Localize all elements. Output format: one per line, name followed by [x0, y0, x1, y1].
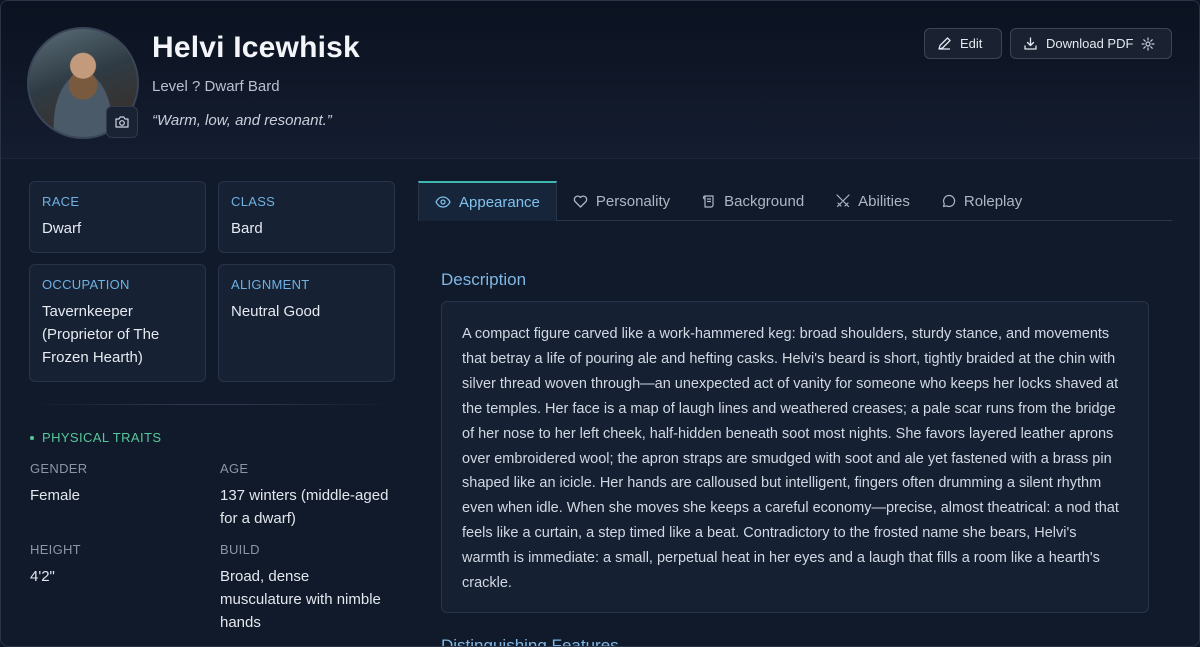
height-value: 4'2" [30, 568, 55, 585]
chat-icon [942, 194, 956, 208]
swords-icon [836, 194, 850, 208]
class-label: CLASS [231, 194, 276, 209]
edit-label: Edit [960, 36, 983, 51]
tab-roleplay[interactable]: Roleplay [926, 181, 1038, 221]
build-trait: BUILD Broad, dense musculature with nimb… [220, 542, 395, 634]
tab-bar: Appearance Personality Background Abilit… [418, 181, 1172, 221]
heart-icon [573, 194, 588, 208]
race-card: RACE Dwarf [29, 181, 206, 253]
build-value: Broad, dense musculature with nimble han… [220, 568, 381, 631]
alignment-value: Neutral Good [231, 303, 321, 320]
age-value: 137 winters (middle-aged for a dwarf) [220, 487, 389, 527]
character-subtitle: Level ? Dwarf Bard [152, 78, 280, 95]
tab-appearance[interactable]: Appearance [418, 181, 557, 221]
occupation-card: OCCUPATION Tavernkeeper (Proprietor of T… [29, 264, 206, 382]
section-divider [30, 404, 395, 405]
voice-quote: “Warm, low, and resonant.” [152, 112, 332, 129]
eye-icon [435, 196, 451, 208]
gender-label: GENDER [30, 461, 88, 476]
height-label: HEIGHT [30, 542, 81, 557]
download-icon [1023, 36, 1038, 51]
character-header: Helvi Icewhisk Level ? Dwarf Bard “Warm,… [1, 1, 1199, 159]
pencil-icon [937, 36, 952, 51]
download-pdf-button[interactable]: Download PDF [1010, 28, 1172, 59]
physical-traits-title: PHYSICAL TRAITS [42, 430, 162, 445]
race-value: Dwarf [42, 220, 82, 237]
gender-trait: GENDER Female [30, 461, 205, 507]
tab-abilities-label: Abilities [858, 192, 910, 210]
tab-background-label: Background [724, 192, 805, 210]
height-trait: HEIGHT 4'2" [30, 542, 205, 588]
build-label: BUILD [220, 542, 260, 557]
occupation-value: Tavernkeeper (Proprietor of The Frozen H… [42, 303, 160, 366]
tab-background[interactable]: Background [686, 181, 820, 221]
bullet-icon [30, 435, 34, 440]
camera-icon [115, 116, 129, 128]
physical-traits-heading: PHYSICAL TRAITS [30, 430, 161, 445]
tab-personality[interactable]: Personality [557, 181, 686, 221]
change-portrait-button[interactable] [106, 106, 138, 138]
class-card: CLASS Bard [218, 181, 395, 253]
scroll-icon [702, 194, 716, 208]
alignment-card: ALIGNMENT Neutral Good [218, 264, 395, 382]
gear-icon[interactable] [1141, 36, 1156, 51]
class-value: Bard [231, 220, 263, 237]
age-label: AGE [220, 461, 249, 476]
tab-abilities[interactable]: Abilities [820, 181, 926, 221]
edit-button[interactable]: Edit [924, 28, 1002, 59]
download-pdf-label: Download PDF [1046, 36, 1134, 51]
age-trait: AGE 137 winters (middle-aged for a dwarf… [220, 461, 395, 530]
tab-roleplay-label: Roleplay [963, 192, 1023, 210]
alignment-label: ALIGNMENT [231, 277, 310, 292]
description-text: A compact figure carved like a work-hamm… [441, 301, 1149, 613]
tab-appearance-label: Appearance [459, 193, 540, 211]
occupation-label: OCCUPATION [42, 277, 130, 292]
distinguishing-features-heading: Distinguishing Features [441, 636, 619, 647]
avatar-container [27, 27, 139, 139]
gender-value: Female [30, 487, 81, 504]
description-heading: Description [441, 270, 527, 289]
tab-personality-label: Personality [595, 192, 671, 210]
character-name: Helvi Icewhisk [152, 31, 360, 64]
character-sheet: Helvi Icewhisk Level ? Dwarf Bard “Warm,… [0, 0, 1200, 647]
race-label: RACE [42, 194, 80, 209]
